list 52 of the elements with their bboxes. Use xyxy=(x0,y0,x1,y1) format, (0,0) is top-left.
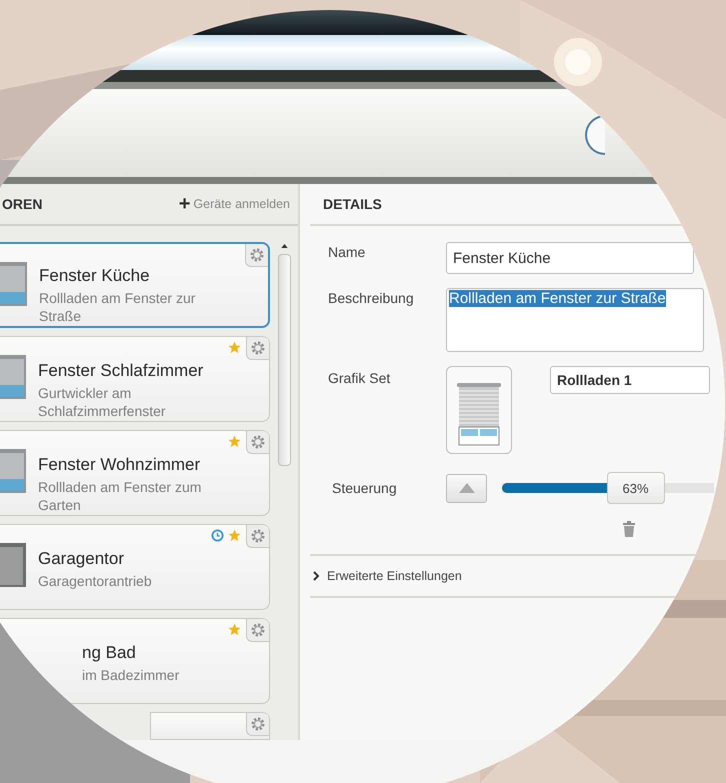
settings-button[interactable] xyxy=(246,525,269,548)
gear-icon xyxy=(250,622,266,638)
description-field[interactable]: Rollladen am Fenster zur Straße xyxy=(446,288,704,352)
field-label: Beschreibung xyxy=(328,289,415,308)
device-name: Fenster Wohnzimmer xyxy=(38,455,202,475)
shutter-icon xyxy=(0,355,26,399)
slider-handle[interactable]: 63% xyxy=(606,472,665,504)
device-card[interactable]: Fenster Schlafzimmer Gurtwickler am Schlafzimmerfenster xyxy=(0,336,270,422)
toolbar-button[interactable] xyxy=(585,115,605,155)
up-button[interactable] xyxy=(446,474,487,502)
shutter-icon xyxy=(457,383,501,447)
device-description: Gurtwickler am Schlafzimmerfenster xyxy=(38,385,167,420)
arrow-up-icon[interactable] xyxy=(280,244,288,248)
advanced-settings-toggle[interactable]: Erweiterte Einstellungen xyxy=(313,569,462,583)
panel-heading: OREN xyxy=(2,196,42,212)
device-description: im Badezimmer xyxy=(82,667,180,684)
device-card[interactable] xyxy=(150,712,270,740)
graphic-preview[interactable] xyxy=(446,366,512,454)
device-name: ng Bad xyxy=(82,643,137,663)
field-label: Grafik Set xyxy=(328,369,392,388)
device-description: Garagentorantrieb xyxy=(38,573,153,590)
device-card[interactable]: Fenster Küche Rollladen am Fenster zur Straße xyxy=(0,242,270,328)
trash-icon[interactable] xyxy=(623,521,635,537)
field-label: Steuerung xyxy=(331,480,398,496)
device-card[interactable]: Garagentor Garagentorantrieb xyxy=(0,524,270,610)
device-description: Rollladen am Fenster zur Straße xyxy=(39,290,196,325)
gear-icon xyxy=(250,434,266,450)
settings-button[interactable] xyxy=(245,244,268,267)
shutter-icon xyxy=(0,449,26,493)
gear-icon xyxy=(250,716,266,732)
field-label: Name xyxy=(328,243,366,262)
shutter-icon xyxy=(0,262,27,306)
device-card[interactable]: Fenster Wohnzimmer Rollladen am Fenster zum Garten xyxy=(0,430,270,516)
settings-button[interactable] xyxy=(246,713,269,736)
triangle-up-icon xyxy=(458,483,474,493)
panel-heading: DETAILS xyxy=(323,196,382,212)
name-field[interactable]: Fenster Küche xyxy=(446,242,694,274)
device-name: Garagentor xyxy=(38,549,125,569)
device-description: Rollladen am Fenster zum Garten xyxy=(38,479,202,514)
garage-door-icon xyxy=(0,543,26,587)
gear-icon xyxy=(250,528,266,544)
device-name: Fenster Schlafzimmer xyxy=(38,361,204,381)
graphic-set-field[interactable]: Rollladen 1 xyxy=(550,366,710,394)
settings-button[interactable] xyxy=(246,337,269,360)
register-devices-link[interactable]: +Geräte anmelden xyxy=(178,194,290,214)
chevron-icon xyxy=(313,571,319,581)
device-name: Fenster Küche xyxy=(39,266,151,286)
gear-icon xyxy=(250,340,266,356)
slider-track[interactable]: 63% xyxy=(502,472,714,504)
settings-button[interactable] xyxy=(246,619,269,642)
settings-button[interactable] xyxy=(246,431,269,454)
gear-icon xyxy=(249,247,265,263)
